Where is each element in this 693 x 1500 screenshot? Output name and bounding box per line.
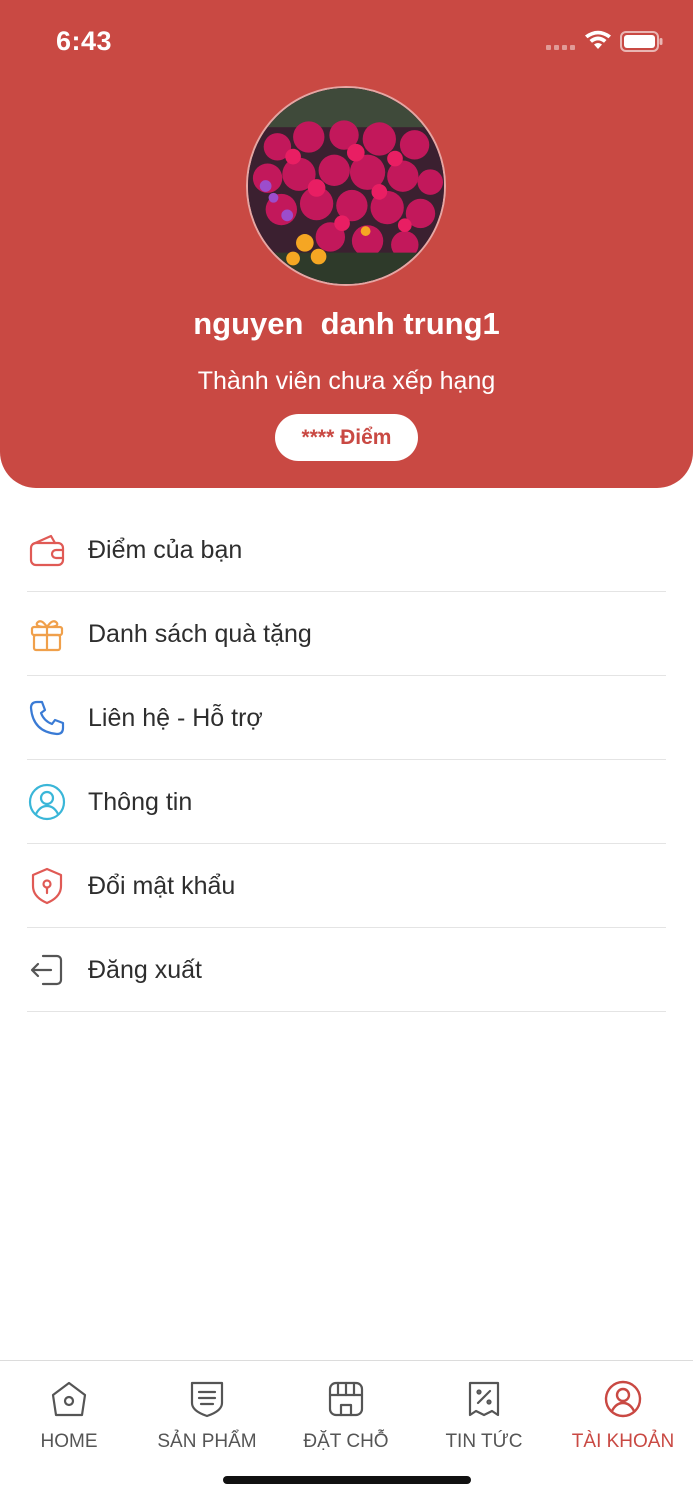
signal-icon bbox=[546, 45, 575, 50]
avatar[interactable] bbox=[246, 86, 446, 286]
account-menu: Điểm của bạn Danh sách quà tặng Liên hệ … bbox=[0, 508, 693, 1012]
menu-item-label: Danh sách quà tặng bbox=[88, 619, 312, 648]
user-name: nguyen danh trung1 bbox=[193, 306, 500, 341]
shield-icon bbox=[31, 867, 63, 905]
tab-products[interactable]: SẢN PHẨM bbox=[138, 1379, 276, 1453]
tab-news[interactable]: TIN TỨC bbox=[415, 1379, 553, 1453]
tab-label: TÀI KHOẢN bbox=[571, 1431, 675, 1452]
menu-item-gifts[interactable]: Danh sách quà tặng bbox=[0, 592, 693, 676]
status-bar: 6:43 bbox=[0, 0, 693, 88]
divider bbox=[27, 1011, 666, 1012]
status-time: 6:43 bbox=[56, 26, 113, 56]
points-badge[interactable]: **** Điểm bbox=[275, 414, 418, 461]
menu-item-change-password[interactable]: Đổi mật khẩu bbox=[0, 844, 693, 928]
tab-home[interactable]: HOME bbox=[0, 1379, 138, 1453]
tab-label: ĐẶT CHỖ bbox=[303, 1431, 389, 1452]
menu-item-label: Đổi mật khẩu bbox=[88, 871, 236, 900]
profile-header: 6:43 nguyen danh trung1 Thành viên chưa … bbox=[0, 0, 693, 488]
battery-icon bbox=[620, 31, 663, 52]
menu-item-points[interactable]: Điểm của bạn bbox=[0, 508, 693, 592]
menu-item-label: Đăng xuất bbox=[88, 955, 202, 984]
gift-icon bbox=[30, 620, 64, 652]
store-icon bbox=[328, 1381, 364, 1417]
tab-account[interactable]: TÀI KHOẢN bbox=[554, 1379, 692, 1453]
phone-icon bbox=[29, 700, 65, 736]
news-icon bbox=[468, 1381, 500, 1417]
avatar-image bbox=[248, 88, 444, 284]
home-icon bbox=[51, 1381, 87, 1417]
tab-booking[interactable]: ĐẶT CHỖ bbox=[277, 1379, 415, 1453]
user-circle-icon bbox=[28, 783, 66, 821]
menu-item-support[interactable]: Liên hệ - Hỗ trợ bbox=[0, 676, 693, 760]
home-indicator bbox=[223, 1476, 471, 1484]
wallet-icon bbox=[29, 534, 65, 567]
menu-item-info[interactable]: Thông tin bbox=[0, 760, 693, 844]
tab-label: SẢN PHẨM bbox=[157, 1431, 257, 1452]
wifi-icon bbox=[585, 30, 611, 49]
menu-item-label: Thông tin bbox=[88, 787, 193, 816]
menu-item-logout[interactable]: Đăng xuất bbox=[0, 928, 693, 1012]
product-icon bbox=[190, 1381, 224, 1418]
menu-item-label: Điểm của bạn bbox=[88, 535, 243, 564]
tab-label: TIN TỨC bbox=[445, 1431, 523, 1452]
logout-icon bbox=[30, 954, 63, 986]
member-rank: Thành viên chưa xếp hạng bbox=[197, 367, 496, 395]
account-icon bbox=[604, 1380, 642, 1418]
menu-item-label: Liên hệ - Hỗ trợ bbox=[88, 703, 263, 732]
tab-label: HOME bbox=[40, 1431, 98, 1452]
